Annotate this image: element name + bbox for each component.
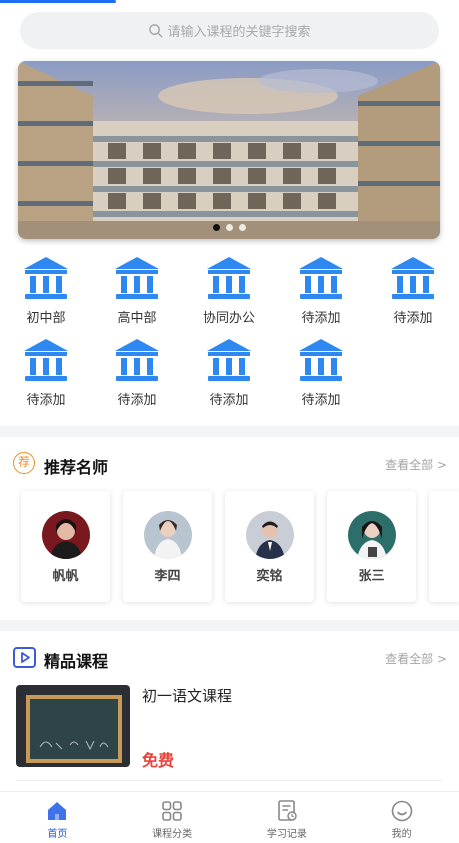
teacher-name: 李四 <box>154 569 181 584</box>
tab-course-category[interactable]: 课程分类 <box>115 792 230 843</box>
teacher-card[interactable]: 张三 <box>327 491 416 602</box>
category-label: 待添加 <box>117 393 157 408</box>
carousel-dots[interactable] <box>18 224 440 231</box>
bottom-tabbar: 首页 课程分类 学习记录 我的 <box>0 791 459 843</box>
category-label: 待添加 <box>301 393 341 408</box>
teacher-card[interactable]: 帆帆 <box>21 491 110 602</box>
bank-building-icon <box>115 339 159 381</box>
bank-building-icon <box>24 257 68 299</box>
tab-label: 首页 <box>47 829 68 840</box>
courses-section: 精品课程 查看全部 > 初一语文课程 免费 <box>0 631 459 791</box>
video-play-icon <box>13 647 36 668</box>
bank-building-icon <box>299 257 343 299</box>
category-label: 待添加 <box>301 311 341 326</box>
category-label: 初中部 <box>26 311 66 326</box>
record-icon <box>278 800 297 821</box>
bank-building-icon <box>391 257 435 299</box>
teacher-card-partial[interactable] <box>429 491 459 602</box>
avatar <box>41 511 90 559</box>
category-label: 高中部 <box>117 311 157 326</box>
teacher-card[interactable]: 李四 <box>123 491 212 602</box>
teacher-card[interactable]: 奕铭 <box>225 491 314 602</box>
courses-see-all-link[interactable]: 查看全部 > <box>385 650 447 667</box>
tab-label: 我的 <box>391 829 412 840</box>
bank-building-icon <box>299 339 343 381</box>
category-item-6[interactable]: 待添加 <box>11 337 81 408</box>
loading-progress-bar <box>0 0 116 3</box>
grid-icon <box>162 801 182 821</box>
tab-label: 课程分类 <box>152 829 193 840</box>
home-icon <box>48 802 67 820</box>
teachers-section: 荐 推荐名师 查看全部 > 帆帆 李四 奕铭 张三 <box>0 437 459 620</box>
category-item-2[interactable]: 高中部 <box>102 255 172 326</box>
avatar <box>143 511 192 559</box>
recommend-badge-icon: 荐 <box>13 452 35 474</box>
bank-building-icon <box>207 257 251 299</box>
search-placeholder: 请输入课程的关键字搜索 <box>167 25 311 40</box>
avatar <box>245 511 294 559</box>
bank-building-icon <box>24 339 68 381</box>
carousel-dot-3[interactable] <box>238 224 246 231</box>
tab-study-record[interactable]: 学习记录 <box>230 792 345 843</box>
divider <box>16 780 443 781</box>
category-label: 待添加 <box>209 393 249 408</box>
category-item-7[interactable]: 待添加 <box>102 337 172 408</box>
teachers-see-all-link[interactable]: 查看全部 > <box>385 456 447 473</box>
course-price: 免费 <box>142 751 175 770</box>
carousel-dot-1[interactable] <box>212 224 220 231</box>
teacher-name: 张三 <box>358 569 385 584</box>
course-title[interactable]: 初一语文课程 <box>142 685 232 706</box>
banner-carousel[interactable] <box>18 61 440 239</box>
tab-label: 学习记录 <box>266 829 307 840</box>
smiley-icon <box>391 800 412 822</box>
category-label: 协同办公 <box>202 311 255 326</box>
category-label: 待添加 <box>393 311 433 326</box>
course-thumbnail[interactable] <box>16 685 130 767</box>
category-item-3[interactable]: 协同办公 <box>194 255 264 326</box>
courses-section-title: 精品课程 <box>44 652 109 671</box>
tab-mine[interactable]: 我的 <box>344 792 459 843</box>
category-item-4[interactable]: 待添加 <box>286 255 356 326</box>
search-icon <box>149 24 163 38</box>
avatar <box>347 511 396 559</box>
teacher-name: 奕铭 <box>256 569 283 584</box>
teacher-name: 帆帆 <box>52 569 79 584</box>
category-item-8[interactable]: 待添加 <box>194 337 264 408</box>
category-label: 待添加 <box>26 393 66 408</box>
tab-home[interactable]: 首页 <box>0 792 115 843</box>
search-input[interactable]: 请输入课程的关键字搜索 <box>20 12 439 49</box>
category-item-9[interactable]: 待添加 <box>286 337 356 408</box>
teachers-section-title: 推荐名师 <box>44 458 109 477</box>
banner-image <box>18 61 440 239</box>
category-item-5[interactable]: 待添加 <box>378 255 448 326</box>
category-item-1[interactable]: 初中部 <box>11 255 81 326</box>
bank-building-icon <box>115 257 159 299</box>
bank-building-icon <box>207 339 251 381</box>
carousel-dot-2[interactable] <box>225 224 233 231</box>
